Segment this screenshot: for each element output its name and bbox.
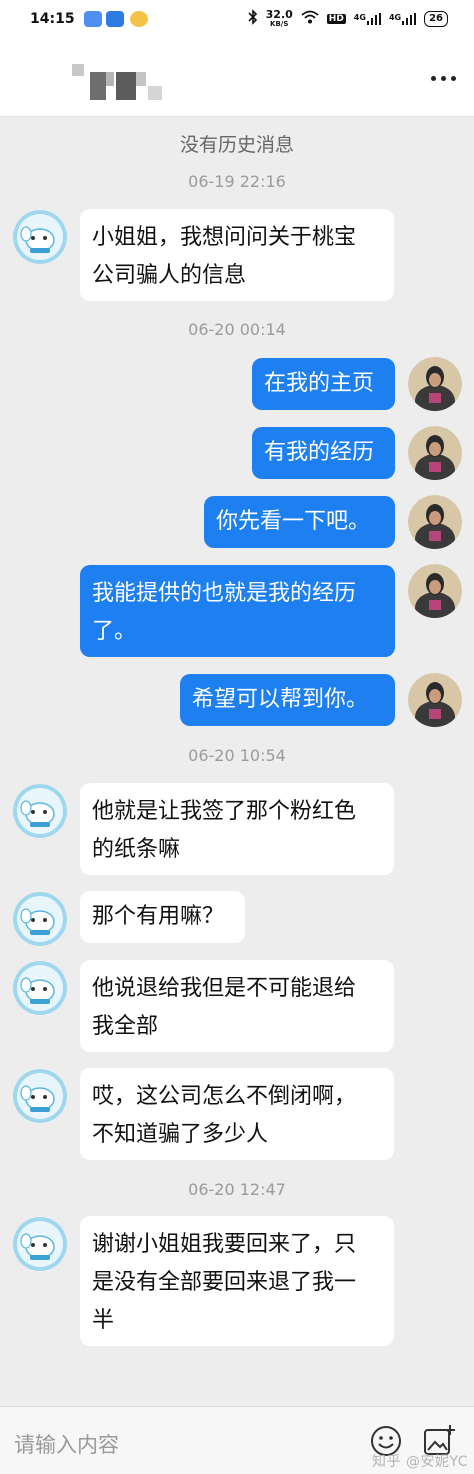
other-user-avatar[interactable] [13, 784, 67, 838]
message-bubble-sent[interactable]: 希望可以帮到你。 [180, 674, 395, 726]
message-bubble-received[interactable]: 他说退给我但是不可能退给 我全部 [80, 960, 394, 1052]
my-avatar[interactable] [408, 673, 462, 727]
message-bubble-sent[interactable]: 在我的主页 [252, 358, 395, 410]
message-bubble-received[interactable]: 哎，这公司怎么不倒闭啊， 不知道骗了多少人 [80, 1068, 394, 1160]
my-avatar[interactable] [408, 426, 462, 480]
input-bar: 请输入内容 知乎 @安妮YC [0, 1406, 474, 1474]
timestamp: 06-20 12:47 [188, 1180, 286, 1199]
timestamp: 06-20 10:54 [188, 746, 286, 765]
message-bubble-sent[interactable]: 有我的经历 [252, 427, 395, 479]
other-user-avatar[interactable] [13, 210, 67, 264]
status-time: 14:15 [30, 11, 75, 27]
app-notification-icon [106, 11, 124, 27]
timestamp: 06-19 22:16 [188, 172, 286, 191]
app-notification-icon [130, 11, 148, 27]
message-bubble-received[interactable]: 小姐姐，我想问问关于桃宝 公司骗人的信息 [80, 209, 394, 301]
net-speed-value: 32.0 [265, 8, 293, 21]
message-bubble-received[interactable]: 他就是让我签了那个粉红色 的纸条嘛 [80, 783, 394, 875]
bluetooth-icon [248, 9, 258, 28]
message-bubble-sent[interactable]: 你先看一下吧。 [204, 496, 395, 548]
battery-indicator: 26 [424, 10, 448, 27]
other-user-avatar[interactable] [13, 1069, 67, 1123]
message-bubble-sent[interactable]: 我能提供的也就是我的经历 了。 [80, 565, 395, 657]
other-user-avatar[interactable] [13, 892, 67, 946]
my-avatar[interactable] [408, 495, 462, 549]
signal-sim1: 4G [354, 12, 381, 25]
message-input[interactable]: 请输入内容 [14, 1429, 119, 1459]
watermark: 知乎 @安妮YC [372, 1454, 469, 1470]
no-history-note: 没有历史消息 [179, 134, 294, 156]
timestamp: 06-20 00:14 [188, 320, 286, 339]
chat-header [0, 40, 474, 117]
my-avatar[interactable] [408, 357, 462, 411]
status-bar: 14:15 32.0 KB/S HD 4G 4G 26 [0, 0, 474, 40]
net-speed-unit: KB/S [270, 20, 289, 28]
status-indicators: 32.0 KB/S HD 4G 4G 26 [248, 9, 448, 28]
my-avatar[interactable] [408, 564, 462, 618]
app-notification-icon [84, 11, 102, 27]
wifi-icon [301, 10, 319, 27]
more-dots-icon[interactable] [431, 76, 456, 81]
message-bubble-received[interactable]: 那个有用嘛？ [80, 891, 245, 943]
hd-icon: HD [326, 13, 346, 24]
other-user-avatar[interactable] [13, 1217, 67, 1271]
signal-sim2: 4G [389, 12, 417, 25]
message-bubble-received[interactable]: 谢谢小姐姐我要回来了，只 是没有全部要回来退了我一 半 [80, 1216, 394, 1346]
other-user-avatar[interactable] [13, 961, 67, 1015]
net-speed: 32.0 KB/S [266, 9, 293, 28]
